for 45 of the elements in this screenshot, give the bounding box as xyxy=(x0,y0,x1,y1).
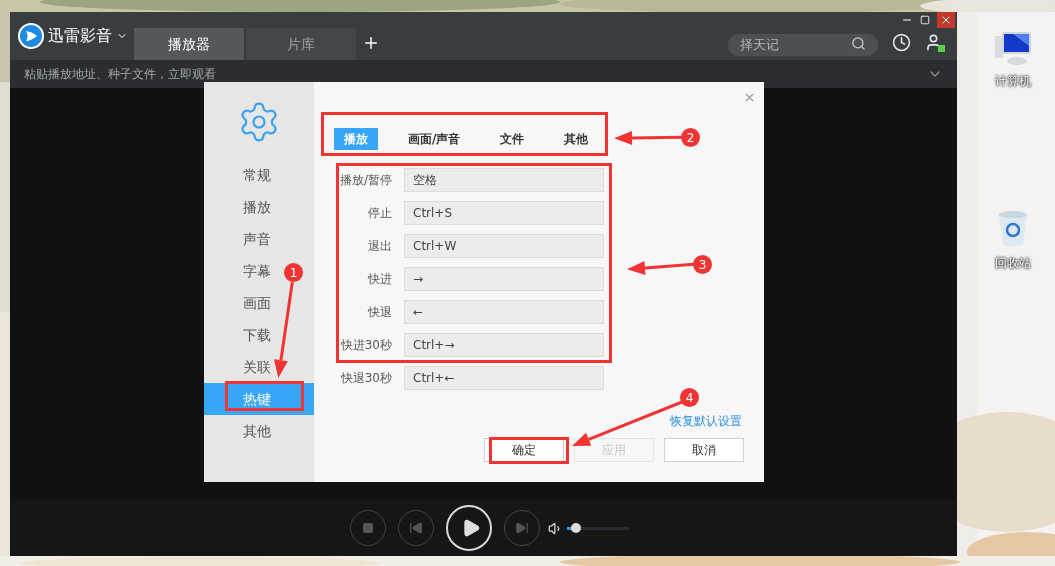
sidebar-item[interactable]: 下载 xyxy=(243,319,271,351)
player-tab[interactable]: 播放器 xyxy=(134,28,244,60)
settings-tab[interactable]: 其他 xyxy=(554,128,599,150)
hotkey-label: 快退30秒 xyxy=(339,370,392,387)
dialog-button[interactable]: 取消 xyxy=(664,438,744,462)
sidebar-item[interactable]: 字幕 xyxy=(243,255,271,287)
previous-icon xyxy=(409,521,423,535)
address-field[interactable]: 粘贴播放地址、种子文件，立即观看 xyxy=(24,65,927,83)
hotkey-field[interactable]: Ctrl+W xyxy=(404,234,604,258)
settings-tab[interactable]: 画面/声音 xyxy=(398,128,471,150)
dialog-button[interactable]: 确定 xyxy=(484,438,564,462)
annotation-arrow xyxy=(612,128,684,147)
annotation-arrow xyxy=(625,258,696,277)
volume-thumb[interactable] xyxy=(571,522,582,533)
play-button[interactable] xyxy=(446,505,492,551)
hotkey-label: 退出 xyxy=(367,238,392,255)
sidebar-item[interactable]: 常规 xyxy=(243,159,271,191)
stop-icon xyxy=(362,522,374,534)
sidebar-item[interactable]: 声音 xyxy=(243,223,271,255)
hotkey-label: 快进30秒 xyxy=(339,337,392,354)
app-title: 迅雷影音 xyxy=(48,25,112,47)
logo-icon xyxy=(18,23,44,49)
hotkey-label: 停止 xyxy=(367,205,392,222)
hotkey-label: 快进 xyxy=(367,271,392,288)
add-tab-icon[interactable] xyxy=(362,34,380,52)
search-icon[interactable] xyxy=(851,36,866,51)
hotkey-field[interactable]: → xyxy=(404,267,604,291)
hotkey-field[interactable]: 空格 xyxy=(404,168,604,192)
player-tab[interactable]: 片库 xyxy=(246,28,356,60)
maximize-icon[interactable] xyxy=(920,15,930,25)
hotkey-field[interactable]: Ctrl+← xyxy=(404,366,604,390)
hotkey-field[interactable]: Ctrl+→ xyxy=(404,333,604,357)
sidebar-item[interactable]: 其他 xyxy=(243,415,271,447)
history-icon[interactable] xyxy=(892,33,911,52)
hotkey-field[interactable]: ← xyxy=(404,300,604,324)
sidebar-item[interactable]: 播放 xyxy=(243,191,271,223)
next-icon xyxy=(515,521,529,535)
search-field[interactable]: 择天记 xyxy=(728,33,878,56)
hotkey-field[interactable]: Ctrl+S xyxy=(404,201,604,225)
hotkey-label: 播放/暂停 xyxy=(338,172,392,189)
sidebar-item[interactable]: 画面 xyxy=(243,287,271,319)
settings-tab[interactable]: 文件 xyxy=(490,128,535,150)
close-icon[interactable] xyxy=(743,91,756,104)
hotkey-label: 快退 xyxy=(367,304,392,321)
sidebar-item[interactable]: 关联 xyxy=(243,351,271,383)
